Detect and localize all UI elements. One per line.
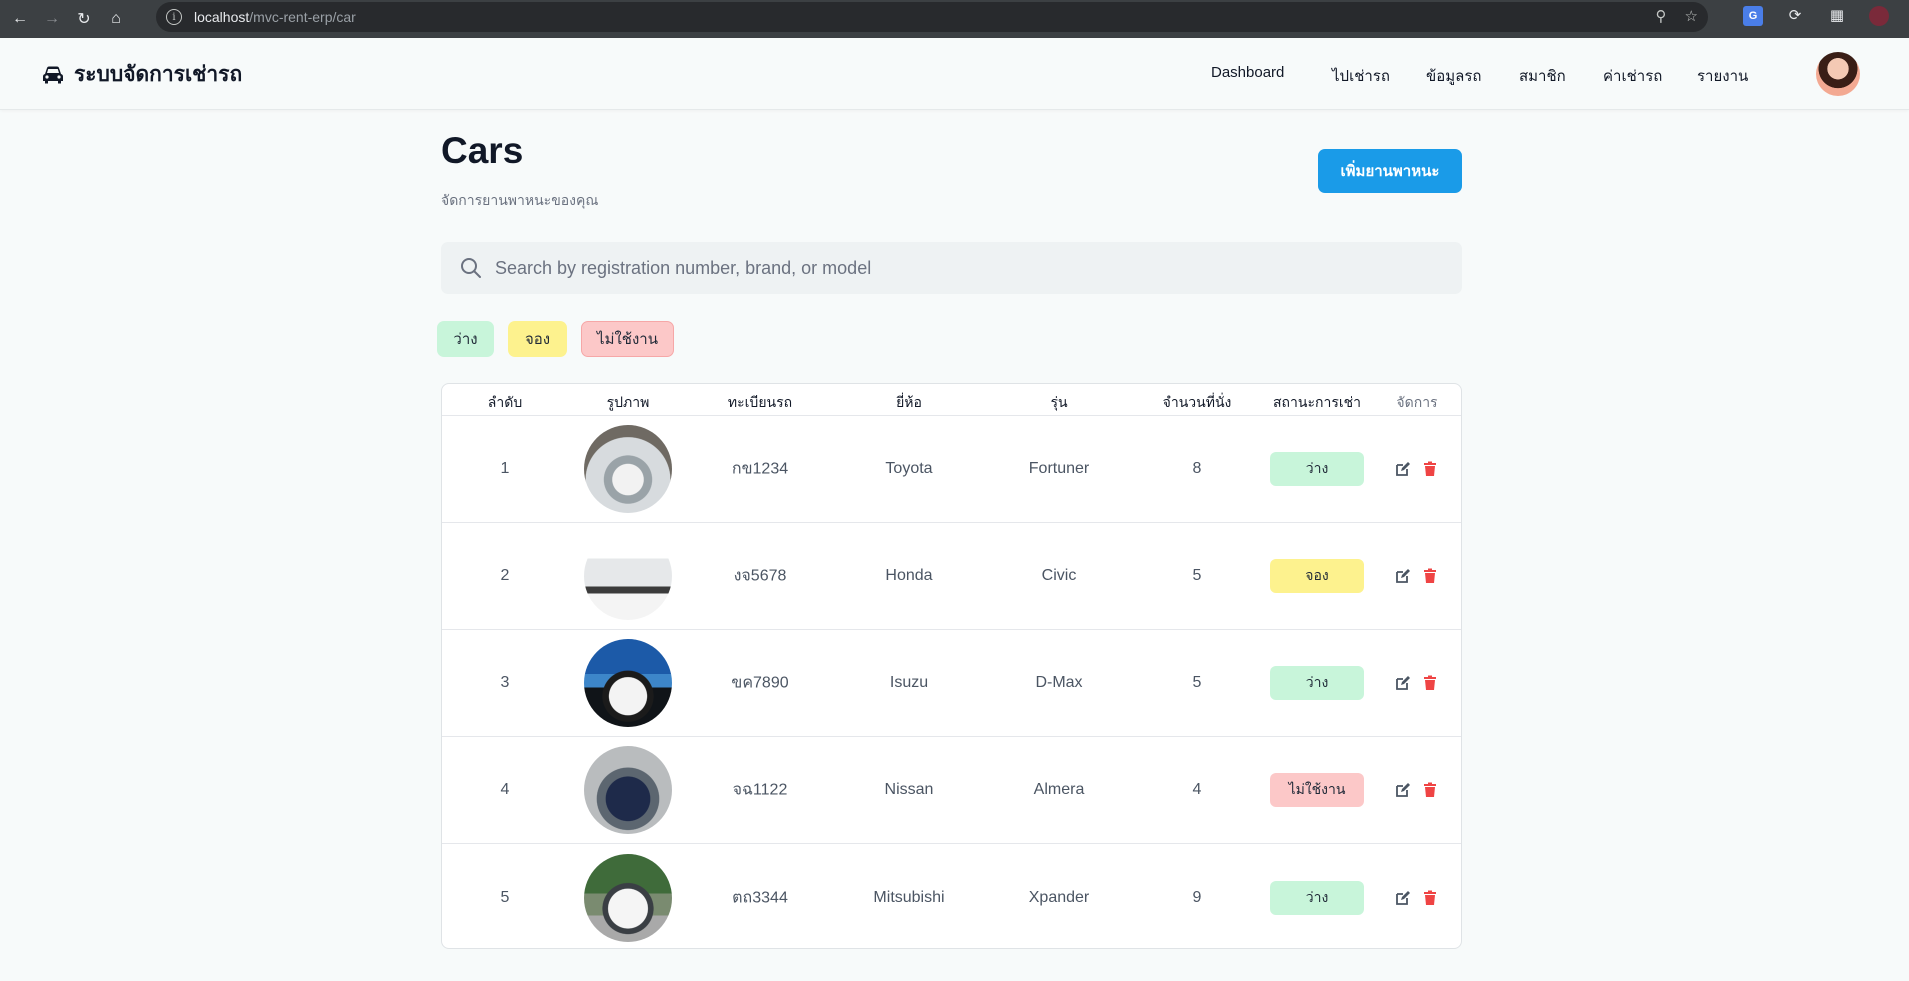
header-model: รุ่น (1050, 394, 1068, 410)
browser-profile-avatar[interactable] (1869, 6, 1889, 26)
top-navbar: ระบบจัดการเช่ารถ Dashboard ไปเช่ารถ ข้อม… (0, 38, 1909, 110)
row-number: 2 (500, 567, 510, 584)
seat-count: 5 (1192, 674, 1202, 691)
extensions-puzzle-icon[interactable]: ▦ (1827, 6, 1847, 26)
car-brand: Nissan (884, 781, 934, 798)
car-model: Fortuner (1028, 460, 1090, 477)
delete-icon[interactable] (1422, 461, 1438, 477)
header-brand: ยี่ห้อ (896, 394, 922, 410)
table-row: 4 จฉ1122 Nissan Almera 4 ไม่ใช้งาน (442, 737, 1461, 844)
back-icon[interactable]: ← (8, 7, 32, 31)
page-title: Cars (441, 130, 524, 171)
header-seats: จำนวนที่นั่ง (1162, 394, 1232, 410)
filter-available-button[interactable]: ว่าง (437, 321, 494, 357)
nav-rental-fee[interactable]: ค่าเช่ารถ (1603, 64, 1662, 88)
search-icon (461, 258, 481, 278)
plate-number: ตถ3344 (732, 889, 788, 906)
plate-number: จฉ1122 (732, 781, 788, 799)
header-actions: จัดการ (1396, 394, 1438, 410)
edit-icon[interactable] (1395, 461, 1411, 477)
status-badge: จอง (1270, 559, 1364, 593)
zoom-icon[interactable]: ⚲ (1656, 7, 1667, 25)
delete-icon[interactable] (1422, 890, 1438, 906)
brand-title: ระบบจัดการเช่ารถ (74, 63, 243, 86)
car-image-xpander (584, 853, 672, 942)
filter-inactive-button[interactable]: ไม่ใช้งาน (581, 321, 674, 357)
seat-count: 9 (1192, 888, 1202, 906)
row-number: 4 (500, 781, 510, 798)
car-model: Almera (1033, 781, 1085, 798)
site-info-icon[interactable]: i (166, 9, 182, 25)
user-avatar[interactable] (1816, 52, 1860, 96)
address-bar[interactable]: i localhost/mvc-rent-erp/car ⚲ ☆ (156, 2, 1708, 32)
search-input[interactable] (495, 257, 1395, 279)
table-row: 2 งจ5678 Honda Civic 5 จอง (442, 523, 1461, 630)
nav-rent-car[interactable]: ไปเช่ารถ (1332, 64, 1390, 88)
status-badge: ไม่ใช้งาน (1270, 773, 1364, 807)
filter-booked-button[interactable]: จอง (508, 321, 567, 357)
table-row: 3 ขค7890 Isuzu D-Max 5 ว่าง (442, 630, 1461, 737)
header-plate: ทะเบียนรถ (727, 394, 793, 410)
car-model: Civic (1041, 567, 1077, 584)
car-brand: Toyota (885, 460, 933, 477)
plate-number: งจ5678 (733, 567, 787, 585)
plate-number: กข1234 (731, 460, 789, 478)
nav-dashboard[interactable]: Dashboard (1211, 64, 1284, 81)
home-icon[interactable]: ⌂ (104, 7, 128, 31)
reload-icon[interactable]: ↻ (72, 7, 96, 31)
car-model: Xpander (1028, 888, 1090, 906)
edit-icon[interactable] (1395, 568, 1411, 584)
row-number: 3 (500, 674, 510, 691)
delete-icon[interactable] (1422, 675, 1438, 691)
nav-members[interactable]: สมาชิก (1519, 64, 1566, 88)
nav-report[interactable]: รายงาน (1697, 64, 1748, 88)
car-brand: Mitsubishi (873, 888, 945, 906)
bookmark-star-icon[interactable]: ☆ (1685, 7, 1698, 25)
edit-icon[interactable] (1395, 782, 1411, 798)
edit-icon[interactable] (1395, 675, 1411, 691)
car-brand: Honda (885, 567, 933, 584)
nav-car-data[interactable]: ข้อมูลรถ (1426, 64, 1481, 88)
brand[interactable]: ระบบจัดการเช่ารถ (42, 58, 242, 91)
status-badge: ว่าง (1270, 452, 1364, 486)
car-model: D-Max (1035, 674, 1083, 691)
url-text[interactable]: localhost/mvc-rent-erp/car (194, 9, 356, 25)
seat-count: 4 (1192, 781, 1202, 798)
seat-count: 8 (1192, 460, 1202, 477)
delete-icon[interactable] (1422, 568, 1438, 584)
seat-count: 5 (1192, 567, 1202, 584)
search-box (441, 242, 1462, 294)
plate-number: ขค7890 (731, 674, 789, 692)
delete-icon[interactable] (1422, 782, 1438, 798)
car-image-fortuner (584, 425, 672, 513)
edit-icon[interactable] (1395, 890, 1411, 906)
row-number: 1 (500, 460, 510, 477)
table-row: 5 ตถ3344 Mitsubishi Xpander 9 ว่าง (442, 844, 1461, 948)
row-number: 5 (500, 888, 510, 906)
cars-table: ลำดับ รูปภาพ ทะเบียนรถ ยี่ห้อ รุ่น จำนวน… (441, 383, 1462, 949)
car-image-dmax (584, 639, 672, 727)
status-badge: ว่าง (1270, 880, 1364, 915)
car-image-almera (584, 746, 672, 834)
translate-extension-icon[interactable]: G (1743, 6, 1763, 26)
car-image-civic (584, 532, 672, 620)
car-icon (43, 66, 63, 83)
add-vehicle-button[interactable]: เพิ่มยานพาหนะ (1318, 149, 1462, 193)
extension-sync-icon[interactable]: ⟳ (1785, 6, 1805, 26)
forward-icon[interactable]: → (40, 7, 64, 31)
page-subtitle: จัดการยานพาหนะของคุณ (441, 192, 599, 208)
header-image: รูปภาพ (606, 394, 650, 410)
header-no: ลำดับ (487, 394, 523, 410)
car-brand: Isuzu (889, 674, 929, 691)
table-header: ลำดับ รูปภาพ ทะเบียนรถ ยี่ห้อ รุ่น จำนวน… (442, 384, 1461, 416)
browser-toolbar: ← → ↻ ⌂ i localhost/mvc-rent-erp/car ⚲ ☆… (0, 0, 1909, 38)
table-row: 1 กข1234 Toyota Fortuner 8 ว่าง (442, 416, 1461, 523)
status-badge: ว่าง (1270, 666, 1364, 700)
header-status: สถานะการเช่า (1273, 394, 1361, 410)
